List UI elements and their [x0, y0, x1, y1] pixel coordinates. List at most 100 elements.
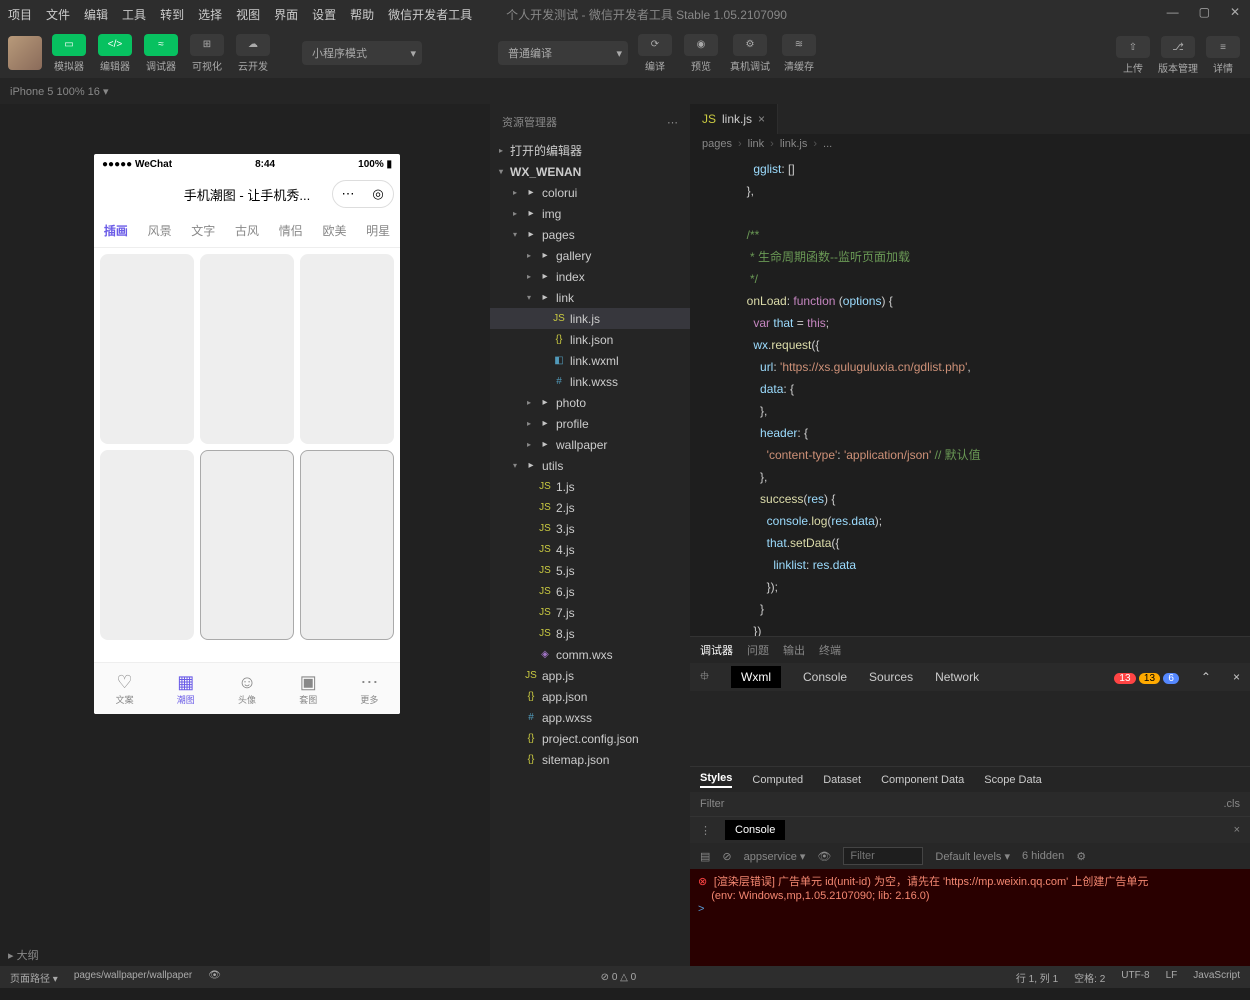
preview-button[interactable]: ◉预览: [682, 34, 720, 73]
devtools-primary-tab[interactable]: 问题: [747, 642, 769, 658]
tree-node[interactable]: ▸▸colorui: [490, 182, 690, 203]
category-tab[interactable]: 插画: [94, 214, 138, 247]
menu-item[interactable]: 项目: [8, 6, 32, 23]
status-item[interactable]: UTF-8: [1121, 970, 1149, 985]
wallpaper-item[interactable]: [100, 450, 194, 640]
status-item[interactable]: 空格: 2: [1074, 970, 1105, 985]
devtools-tab[interactable]: Wxml: [731, 666, 781, 688]
styles-tab[interactable]: Component Data: [881, 774, 964, 786]
tree-node[interactable]: JS8.js: [490, 623, 690, 644]
capsule[interactable]: ⋯◎: [332, 180, 394, 208]
levels-select[interactable]: Default levels ▾: [935, 850, 1010, 863]
tabbar-item[interactable]: ▣套图: [278, 663, 339, 714]
page-path-label[interactable]: 页面路径 ▾: [10, 970, 58, 985]
simulator-button[interactable]: ▭模拟器: [50, 34, 88, 73]
wallpaper-item[interactable]: [300, 450, 394, 640]
styles-tab[interactable]: Scope Data: [984, 774, 1041, 786]
menu-item[interactable]: 编辑: [84, 6, 108, 23]
console-tab[interactable]: Console: [725, 820, 785, 840]
tree-node[interactable]: JS6.js: [490, 581, 690, 602]
filter-input[interactable]: Filter: [700, 798, 724, 810]
console-sidebar-icon[interactable]: ▤: [700, 850, 710, 863]
gear-icon[interactable]: ⚙: [1076, 850, 1086, 863]
menu-item[interactable]: 转到: [160, 6, 184, 23]
tree-node[interactable]: ▸▸photo: [490, 392, 690, 413]
tree-node[interactable]: ▸▸gallery: [490, 245, 690, 266]
tree-node[interactable]: ◈comm.wxs: [490, 644, 690, 665]
problems-count[interactable]: ⊘ 0 △ 0: [601, 972, 637, 983]
breadcrumb[interactable]: pages › link › link.js › ...: [690, 134, 1250, 154]
console-clear-icon[interactable]: ⊘: [722, 850, 731, 863]
menu-item[interactable]: 文件: [46, 6, 70, 23]
page-path-value[interactable]: pages/wallpaper/wallpaper: [74, 970, 192, 985]
tree-node[interactable]: {}project.config.json: [490, 728, 690, 749]
tree-node[interactable]: JS4.js: [490, 539, 690, 560]
tree-node[interactable]: ◧link.wxml: [490, 350, 690, 371]
tree-node[interactable]: JS1.js: [490, 476, 690, 497]
menu-item[interactable]: 工具: [122, 6, 146, 23]
minimize-icon[interactable]: —: [1167, 5, 1179, 19]
mode-select[interactable]: 小程序模式: [302, 41, 422, 65]
remote-debug-button[interactable]: ⚙真机调试: [728, 34, 772, 73]
styles-tab[interactable]: Computed: [752, 774, 803, 786]
tree-node[interactable]: JSlink.js: [490, 308, 690, 329]
tree-node[interactable]: ▸▸profile: [490, 413, 690, 434]
styles-tab[interactable]: Styles: [700, 772, 732, 788]
context-select[interactable]: appservice ▾: [744, 850, 806, 863]
tabbar-item[interactable]: ▦潮图: [155, 663, 216, 714]
outline-header[interactable]: ▸ 大纲: [0, 944, 490, 966]
status-item[interactable]: 行 1, 列 1: [1016, 970, 1058, 985]
tree-node[interactable]: ▾▸utils: [490, 455, 690, 476]
tree-section[interactable]: ▸打开的编辑器: [490, 140, 690, 161]
debugger-button[interactable]: ≈调试器: [142, 34, 180, 73]
wallpaper-item[interactable]: [200, 450, 294, 640]
tree-node[interactable]: #app.wxss: [490, 707, 690, 728]
wallpaper-item[interactable]: [300, 254, 394, 444]
tree-node[interactable]: ▸▸wallpaper: [490, 434, 690, 455]
simulator-info-bar[interactable]: iPhone 5 100% 16 ▾: [0, 78, 1250, 104]
menu-item[interactable]: 界面: [274, 6, 298, 23]
console-close-icon[interactable]: ×: [1234, 824, 1240, 836]
eye-icon[interactable]: 👁: [208, 970, 221, 985]
visual-button[interactable]: ⊞可视化: [188, 34, 226, 73]
tree-node[interactable]: JS5.js: [490, 560, 690, 581]
category-tab[interactable]: 明星: [356, 214, 400, 247]
tree-node[interactable]: ▾▸pages: [490, 224, 690, 245]
tree-node[interactable]: ▾▸link: [490, 287, 690, 308]
detail-button[interactable]: ≡详情: [1204, 36, 1242, 75]
wallpaper-item[interactable]: [100, 254, 194, 444]
console-drawer-icon[interactable]: ⋮: [700, 824, 711, 837]
devtools-primary-tab[interactable]: 调试器: [700, 642, 733, 658]
tabbar-item[interactable]: ⋯更多: [339, 663, 400, 714]
devtools-collapse-icon[interactable]: ⌃: [1201, 670, 1211, 684]
wallpaper-item[interactable]: [200, 254, 294, 444]
devtools-primary-tab[interactable]: 终端: [819, 642, 841, 658]
devtools-tab[interactable]: Console: [803, 670, 847, 684]
tree-node[interactable]: JS2.js: [490, 497, 690, 518]
tabbar-item[interactable]: ☺头像: [216, 663, 277, 714]
tab-close-icon[interactable]: ×: [758, 112, 765, 126]
tree-node[interactable]: {}sitemap.json: [490, 749, 690, 770]
upload-button[interactable]: ⇧上传: [1114, 36, 1152, 75]
close-icon[interactable]: ✕: [1230, 5, 1240, 19]
status-item[interactable]: JavaScript: [1193, 970, 1240, 985]
status-item[interactable]: LF: [1166, 970, 1178, 985]
editor-button[interactable]: </>编辑器: [96, 34, 134, 73]
version-button[interactable]: ⎇版本管理: [1156, 36, 1200, 75]
menu-item[interactable]: 设置: [312, 6, 336, 23]
editor-tab[interactable]: JS link.js ×: [690, 104, 778, 134]
menu-item[interactable]: 微信开发者工具: [388, 6, 472, 23]
devtools-primary-tab[interactable]: 输出: [783, 642, 805, 658]
avatar[interactable]: [8, 36, 42, 70]
menu-item[interactable]: 视图: [236, 6, 260, 23]
maximize-icon[interactable]: ▢: [1199, 5, 1210, 19]
category-tab[interactable]: 情侣: [269, 214, 313, 247]
cls-toggle[interactable]: .cls: [1224, 798, 1241, 810]
tree-node[interactable]: ▸▸index: [490, 266, 690, 287]
styles-tab[interactable]: Dataset: [823, 774, 861, 786]
tree-node[interactable]: JS3.js: [490, 518, 690, 539]
more-icon[interactable]: ⋯: [667, 116, 678, 129]
clear-cache-button[interactable]: ≋清缓存: [780, 34, 818, 73]
category-tab[interactable]: 欧美: [313, 214, 357, 247]
devtools-close-icon[interactable]: ×: [1233, 670, 1240, 684]
